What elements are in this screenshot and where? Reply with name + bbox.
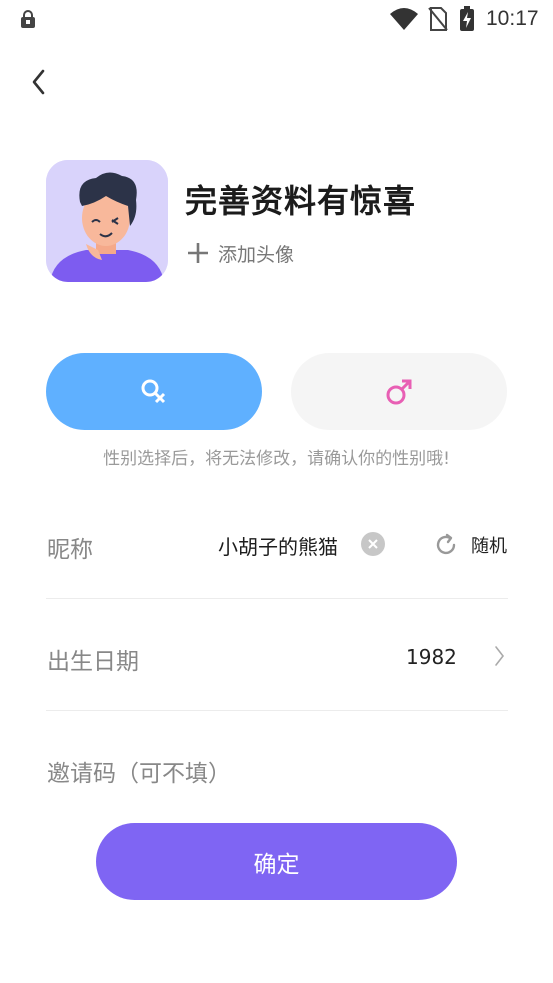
- refresh-icon: [436, 533, 456, 555]
- random-label: 随机: [471, 536, 507, 557]
- add-avatar-label: 添加头像: [218, 243, 295, 266]
- no-sim-icon: [428, 7, 448, 31]
- gender-hint: 性别选择后，将无法修改，请确认你的性别哦!: [103, 449, 450, 469]
- chevron-right-icon[interactable]: [492, 644, 506, 668]
- gender-male-button[interactable]: [291, 353, 507, 430]
- status-bar: 10:17: [0, 0, 553, 38]
- chevron-left-icon[interactable]: [24, 62, 56, 102]
- nickname-label: 昵称: [47, 537, 93, 563]
- female-symbol-icon: [141, 379, 166, 403]
- status-time: 10:17: [486, 7, 539, 30]
- add-avatar-button[interactable]: 添加头像: [186, 236, 294, 270]
- male-symbol-icon: [386, 379, 412, 404]
- divider: [46, 710, 508, 711]
- birthday-label: 出生日期: [47, 649, 139, 675]
- lock-icon: [21, 10, 35, 28]
- gender-female-button[interactable]: [46, 353, 262, 430]
- avatar-illustration-icon: [46, 160, 168, 282]
- birthday-value[interactable]: 1982: [406, 645, 457, 669]
- plus-icon: [188, 243, 208, 263]
- page-title: 完善资料有惊喜: [185, 182, 417, 220]
- clear-icon[interactable]: [361, 532, 385, 556]
- nickname-input[interactable]: 小胡子的熊猫: [218, 531, 338, 560]
- avatar[interactable]: [46, 160, 168, 282]
- random-nickname-button[interactable]: 随机: [433, 530, 507, 560]
- invite-code-input[interactable]: [46, 740, 512, 802]
- confirm-button[interactable]: 确定: [96, 823, 457, 900]
- battery-charging-icon: [460, 6, 474, 31]
- divider: [46, 598, 508, 599]
- wifi-icon: [390, 8, 418, 30]
